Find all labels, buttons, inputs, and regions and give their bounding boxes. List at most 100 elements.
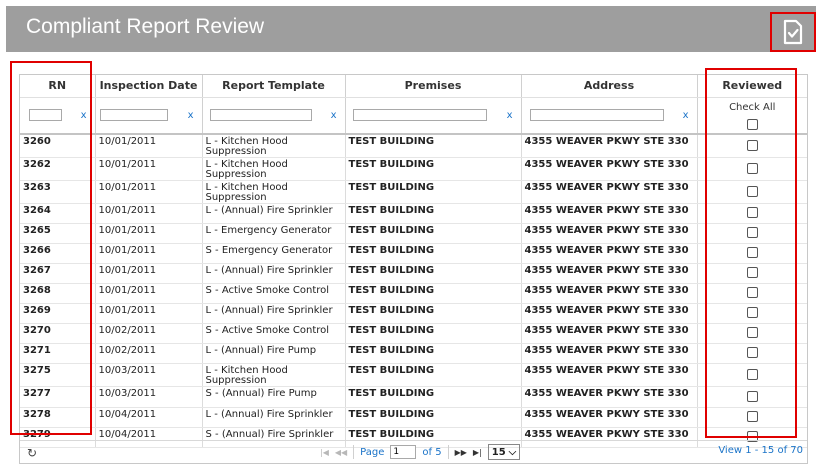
check-all-checkbox[interactable] xyxy=(746,118,758,130)
table-row[interactable]: 3271 10/02/2011 L - (Annual) Fire Pump TEST… xyxy=(20,343,807,364)
premises-cell: TEST BUILDING xyxy=(345,157,522,181)
report-template-cell: L - (Annual) Fire Sprinkler xyxy=(202,263,346,284)
reviewed-checkbox[interactable] xyxy=(746,287,758,299)
address-cell: 4355 WEAVER PKWY STE 330 xyxy=(521,363,698,387)
reviewed-cell xyxy=(697,283,807,304)
premises-filter-clear-icon[interactable]: x xyxy=(507,110,513,121)
refresh-icon[interactable]: ↻ xyxy=(27,446,37,460)
address-cell: 4355 WEAVER PKWY STE 330 xyxy=(521,180,698,204)
report-table: RN Inspection Date Report Template Premi… xyxy=(20,75,807,448)
table-row[interactable]: 3268 10/01/2011 S - Active Smoke Control TE… xyxy=(20,283,807,304)
address-cell: 4355 WEAVER PKWY STE 330 xyxy=(521,407,698,428)
reviewed-checkbox[interactable] xyxy=(746,307,758,319)
reviewed-checkbox[interactable] xyxy=(746,247,758,259)
page-label: Page xyxy=(360,446,385,458)
reviewed-checkbox[interactable] xyxy=(746,347,758,359)
pager-navigation: |◀ ◀◀ Page of 5 ▶▶ ▶| 15 ⌵ xyxy=(320,444,521,460)
reviewed-checkbox[interactable] xyxy=(746,139,758,151)
reviewed-checkbox[interactable] xyxy=(746,411,758,423)
first-page-icon[interactable]: |◀ xyxy=(320,448,329,457)
rn-cell: 3260 xyxy=(20,133,96,158)
reviewed-cell xyxy=(697,303,807,324)
address-cell: 4355 WEAVER PKWY STE 330 xyxy=(521,323,698,344)
filter-cell-reviewed: Check All xyxy=(697,97,807,135)
premises-cell: TEST BUILDING xyxy=(345,180,522,204)
table-row[interactable]: 3265 10/01/2011 L - Emergency Generator TES… xyxy=(20,223,807,244)
rn-cell: 3266 xyxy=(20,243,96,264)
premises-cell: TEST BUILDING xyxy=(345,263,522,284)
address-cell: 4355 WEAVER PKWY STE 330 xyxy=(521,243,698,264)
page-title: Compliant Report Review xyxy=(26,15,265,38)
reviewed-checkbox[interactable] xyxy=(746,207,758,219)
report-template-cell: S - Active Smoke Control xyxy=(202,283,346,304)
table-row[interactable]: 3262 10/01/2011 L - Kitchen Hood Suppressi… xyxy=(20,157,807,181)
page-number-input[interactable] xyxy=(390,445,417,459)
premises-cell: TEST BUILDING xyxy=(345,363,522,387)
header-row: RN Inspection Date Report Template Premi… xyxy=(20,75,807,98)
address-filter-input[interactable] xyxy=(529,109,664,121)
address-cell: 4355 WEAVER PKWY STE 330 xyxy=(521,303,698,324)
column-header-address[interactable]: Address xyxy=(521,75,698,98)
premises-cell: TEST BUILDING xyxy=(345,323,522,344)
report-template-filter-clear-icon[interactable]: x xyxy=(331,110,337,121)
address-cell: 4355 WEAVER PKWY STE 330 xyxy=(521,133,698,158)
premises-cell: TEST BUILDING xyxy=(345,407,522,428)
report-template-cell: S - Active Smoke Control xyxy=(202,323,346,344)
title-bar: Compliant Report Review xyxy=(6,6,816,52)
inspection-date-cell: 10/01/2011 xyxy=(95,263,203,284)
reviewed-checkbox[interactable] xyxy=(746,390,758,402)
column-header-reviewed[interactable]: Reviewed xyxy=(697,75,807,98)
prev-page-icon[interactable]: ◀◀ xyxy=(335,448,347,457)
report-template-cell: L - (Annual) Fire Sprinkler xyxy=(202,407,346,428)
filter-cell-date: x xyxy=(95,97,203,135)
rn-filter-clear-icon[interactable]: x xyxy=(81,110,87,121)
address-cell: 4355 WEAVER PKWY STE 330 xyxy=(521,203,698,224)
rn-cell: 3269 xyxy=(20,303,96,324)
rows-per-page-select[interactable]: 15 ⌵ xyxy=(487,444,521,460)
inspection-date-filter-clear-icon[interactable]: x xyxy=(188,110,194,121)
next-page-icon[interactable]: ▶▶ xyxy=(455,448,467,457)
rn-filter-input[interactable] xyxy=(29,109,62,121)
last-page-icon[interactable]: ▶| xyxy=(473,448,482,457)
document-check-icon xyxy=(783,19,803,45)
table-row[interactable]: 3267 10/01/2011 L - (Annual) Fire Sprinkle… xyxy=(20,263,807,284)
table-row[interactable]: 3264 10/01/2011 L - (Annual) Fire Sprinkle… xyxy=(20,203,807,224)
address-filter-clear-icon[interactable]: x xyxy=(683,110,689,121)
inspection-date-cell: 10/03/2011 xyxy=(95,386,203,408)
reviewed-checkbox[interactable] xyxy=(746,327,758,339)
report-template-cell: L - Kitchen Hood Suppression xyxy=(202,157,346,181)
table-row[interactable]: 3270 10/02/2011 S - Active Smoke Control TE… xyxy=(20,323,807,344)
reviewed-cell xyxy=(697,386,807,408)
rn-cell: 3270 xyxy=(20,323,96,344)
reviewed-checkbox[interactable] xyxy=(746,267,758,279)
reviewed-cell xyxy=(697,133,807,158)
reviewed-checkbox[interactable] xyxy=(746,227,758,239)
report-grid: RN Inspection Date Report Template Premi… xyxy=(19,74,808,464)
premises-filter-input[interactable] xyxy=(352,109,487,121)
premises-cell: TEST BUILDING xyxy=(345,283,522,304)
table-row[interactable]: 3263 10/01/2011 L - Kitchen Hood Suppressi… xyxy=(20,180,807,204)
report-template-cell: L - Kitchen Hood Suppression xyxy=(202,180,346,204)
table-row[interactable]: 3278 10/04/2011 L - (Annual) Fire Sprinkle… xyxy=(20,407,807,428)
column-header-inspection-date[interactable]: Inspection Date xyxy=(95,75,203,98)
report-template-cell: L - (Annual) Fire Sprinkler xyxy=(202,203,346,224)
rn-cell: 3263 xyxy=(20,180,96,204)
reviewed-checkbox[interactable] xyxy=(746,162,758,174)
inspection-date-filter-input[interactable] xyxy=(99,109,168,121)
pager-divider-2 xyxy=(447,445,449,459)
column-header-rn[interactable]: RN xyxy=(20,75,96,98)
table-row[interactable]: 3260 10/01/2011 L - Kitchen Hood Suppressi… xyxy=(20,133,807,158)
table-row[interactable]: 3266 10/01/2011 S - Emergency Generator TES… xyxy=(20,243,807,264)
inspection-date-cell: 10/02/2011 xyxy=(95,343,203,364)
reviewed-checkbox[interactable] xyxy=(746,368,758,380)
column-header-premises[interactable]: Premises xyxy=(345,75,522,98)
reviewed-checkbox[interactable] xyxy=(746,185,758,197)
column-header-report-template[interactable]: Report Template xyxy=(202,75,346,98)
report-template-cell: L - Kitchen Hood Suppression xyxy=(202,133,346,158)
table-row[interactable]: 3275 10/03/2011 L - Kitchen Hood Suppressi… xyxy=(20,363,807,387)
table-row[interactable]: 3277 10/03/2011 S - (Annual) Fire Pump TEST… xyxy=(20,386,807,408)
report-template-filter-input[interactable] xyxy=(209,109,312,121)
document-check-button[interactable] xyxy=(770,12,816,52)
rn-cell: 3275 xyxy=(20,363,96,387)
table-row[interactable]: 3269 10/01/2011 L - (Annual) Fire Sprinkle… xyxy=(20,303,807,324)
